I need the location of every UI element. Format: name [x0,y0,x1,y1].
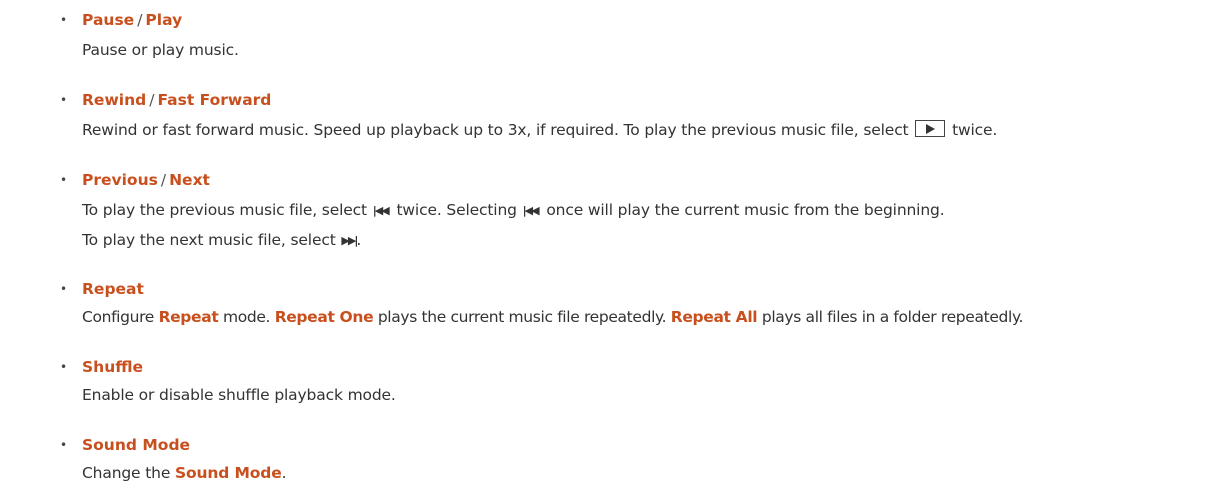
separator: / [160,171,167,189]
bullet: • [60,438,68,452]
keyword-repeat: Repeat [158,308,219,326]
keyword-next: Next [169,171,210,189]
keyword-fast-forward: Fast Forward [157,91,272,109]
description-text: plays all files in a folder repeatedly. [761,308,1024,326]
item-description-line-1: To play the previous music file, select … [82,197,945,224]
item-description: Change the Sound Mode. [82,460,286,486]
item-description-line-2: To play the next music file, select ▶▶|. [82,227,361,254]
keyword-sound-mode: Sound Mode [175,464,282,482]
description-text: Configure [82,308,154,326]
separator: / [137,11,143,29]
description-text: . [356,231,362,249]
item-title: Shuffle [82,354,143,380]
item-title: Pause / Play [82,7,182,33]
item-title: Repeat [82,276,144,302]
keyword-play: Play [145,11,183,29]
description-text: once will play the current music from th… [546,201,945,219]
item-title: Sound Mode [82,432,190,458]
description-text: . [281,464,287,482]
keyword-rewind: Rewind [82,91,147,109]
item-title: Rewind / Fast Forward [82,87,271,113]
skip-next-icon: ▶▶| [341,234,358,247]
description-text: twice. [952,121,998,139]
keyword-repeat-one: Repeat One [274,308,374,326]
play-box-icon [915,120,946,137]
bullet: • [60,360,68,374]
keyword-sound-mode: Sound Mode [82,436,191,454]
separator: / [149,91,155,109]
keyword-previous: Previous [82,171,158,189]
keyword-repeat-all: Repeat All [670,308,758,326]
skip-previous-icon: |◀◀ [522,204,540,217]
item-description: Configure Repeat mode. Repeat One plays … [82,304,1023,330]
description-text: plays the current music file repeatedly. [377,308,667,326]
description-text: twice. Selecting [396,201,517,219]
description-text: mode. [222,308,271,326]
bullet: • [60,93,68,107]
keyword-shuffle: Shuffle [82,358,144,376]
keyword-pause: Pause [82,11,135,29]
item-title: Previous / Next [82,167,210,193]
item-description: Enable or disable shuffle playback mode. [82,386,396,404]
description-text: To play the previous music file, select [82,201,367,219]
description-text: Rewind or fast forward music. Speed up p… [82,121,909,139]
skip-previous-icon: |◀◀ [372,204,390,217]
bullet: • [60,173,68,187]
bullet: • [60,13,68,27]
item-description: Pause or play music. [82,41,239,59]
description-text: To play the next music file, select [82,231,336,249]
item-description: Rewind or fast forward music. Speed up p… [82,117,997,143]
bullet: • [60,282,68,296]
keyword-repeat: Repeat [82,280,144,298]
description-text: Change the [82,464,171,482]
